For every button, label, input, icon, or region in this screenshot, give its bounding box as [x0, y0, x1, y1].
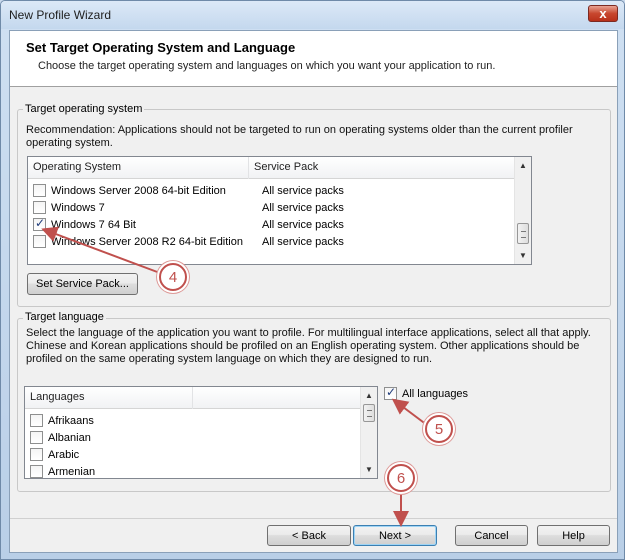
language-row[interactable]: Arabic	[25, 446, 79, 463]
os-checkbox[interactable]	[33, 201, 46, 214]
all-languages-checkbox-row[interactable]: All languages	[384, 385, 469, 400]
scroll-down-icon[interactable]: ▼	[361, 461, 377, 478]
window-title: New Profile Wizard	[9, 8, 112, 22]
scroll-down-icon[interactable]: ▼	[515, 247, 531, 264]
os-row[interactable]: Windows 7 All service packs	[28, 199, 344, 216]
language-row[interactable]: Armenian	[25, 463, 96, 478]
callout-5-badge: 5	[425, 415, 453, 443]
help-button[interactable]: Help	[537, 525, 610, 546]
set-service-pack-button[interactable]: Set Service Pack...	[27, 273, 138, 295]
target-os-group-label: Target operating system	[23, 103, 145, 115]
page-title: Set Target Operating System and Language	[26, 40, 296, 55]
all-languages-checkbox[interactable]	[384, 385, 397, 400]
language-list-scrollbar[interactable]: ▲ ▼	[360, 387, 377, 478]
os-list[interactable]: Operating System Service Pack Windows Se…	[27, 156, 532, 265]
os-name: Windows Server 2008 R2 64-bit Edition	[51, 235, 243, 248]
title-bar[interactable]: New Profile Wizard x	[1, 1, 624, 29]
language-name: Albanian	[48, 431, 91, 444]
language-name: Afrikaans	[48, 414, 94, 427]
wizard-client-area: Set Target Operating System and Language…	[9, 30, 618, 553]
target-language-group-label: Target language	[23, 311, 106, 323]
scroll-thumb[interactable]	[517, 223, 529, 244]
os-service-pack: All service packs	[262, 201, 344, 214]
callout-6-badge: 6	[387, 464, 415, 492]
os-service-pack: All service packs	[262, 218, 344, 231]
page-subtitle: Choose the target operating system and l…	[38, 60, 496, 72]
all-languages-label: All languages	[402, 387, 469, 400]
scroll-up-icon[interactable]: ▲	[361, 387, 377, 404]
os-service-pack: All service packs	[262, 184, 344, 197]
close-button[interactable]: x	[588, 5, 618, 22]
column-languages[interactable]: Languages	[25, 387, 193, 409]
language-name: Armenian	[48, 465, 96, 478]
os-row[interactable]: Windows Server 2008 R2 64-bit Edition Al…	[28, 233, 344, 250]
language-checkbox[interactable]	[30, 448, 43, 461]
language-checkbox[interactable]	[30, 465, 43, 478]
language-name: Arabic	[48, 448, 80, 461]
os-row[interactable]: Windows Server 2008 64-bit Edition All s…	[28, 182, 344, 199]
os-list-scrollbar[interactable]: ▲ ▼	[514, 157, 531, 264]
os-name: Windows 7	[51, 201, 105, 214]
language-list[interactable]: Languages Afrikaans Albanian Arabic Arme…	[24, 386, 378, 479]
language-row[interactable]: Albanian	[25, 429, 91, 446]
os-service-pack: All service packs	[262, 235, 344, 248]
scroll-up-icon[interactable]: ▲	[515, 157, 531, 174]
language-list-header: Languages	[25, 387, 361, 409]
os-name: Windows 7 64 Bit	[51, 218, 136, 231]
back-button[interactable]: < Back	[267, 525, 351, 546]
next-button[interactable]: Next >	[353, 525, 437, 546]
cancel-button[interactable]: Cancel	[455, 525, 528, 546]
column-empty	[193, 387, 361, 409]
wizard-header: Set Target Operating System and Language…	[10, 31, 617, 87]
close-icon: x	[599, 6, 607, 21]
language-description-text: Select the language of the application y…	[26, 327, 591, 365]
os-row[interactable]: Windows 7 64 Bit All service packs	[28, 216, 344, 233]
os-list-header: Operating System Service Pack	[28, 157, 515, 179]
footer-divider	[10, 518, 617, 519]
callout-4-badge: 4	[159, 263, 187, 291]
os-name: Windows Server 2008 64-bit Edition	[51, 184, 226, 197]
language-row[interactable]: Afrikaans	[25, 412, 94, 429]
scroll-thumb[interactable]	[363, 404, 375, 422]
os-recommendation-text: Recommendation: Applications should not …	[26, 124, 573, 149]
os-checkbox[interactable]	[33, 184, 46, 197]
language-checkbox[interactable]	[30, 414, 43, 427]
os-checkbox[interactable]	[33, 235, 46, 248]
language-checkbox[interactable]	[30, 431, 43, 444]
column-operating-system[interactable]: Operating System	[28, 157, 249, 179]
os-checkbox[interactable]	[33, 216, 46, 231]
wizard-window: New Profile Wizard x Set Target Operatin…	[0, 0, 625, 560]
column-service-pack[interactable]: Service Pack	[249, 157, 515, 179]
